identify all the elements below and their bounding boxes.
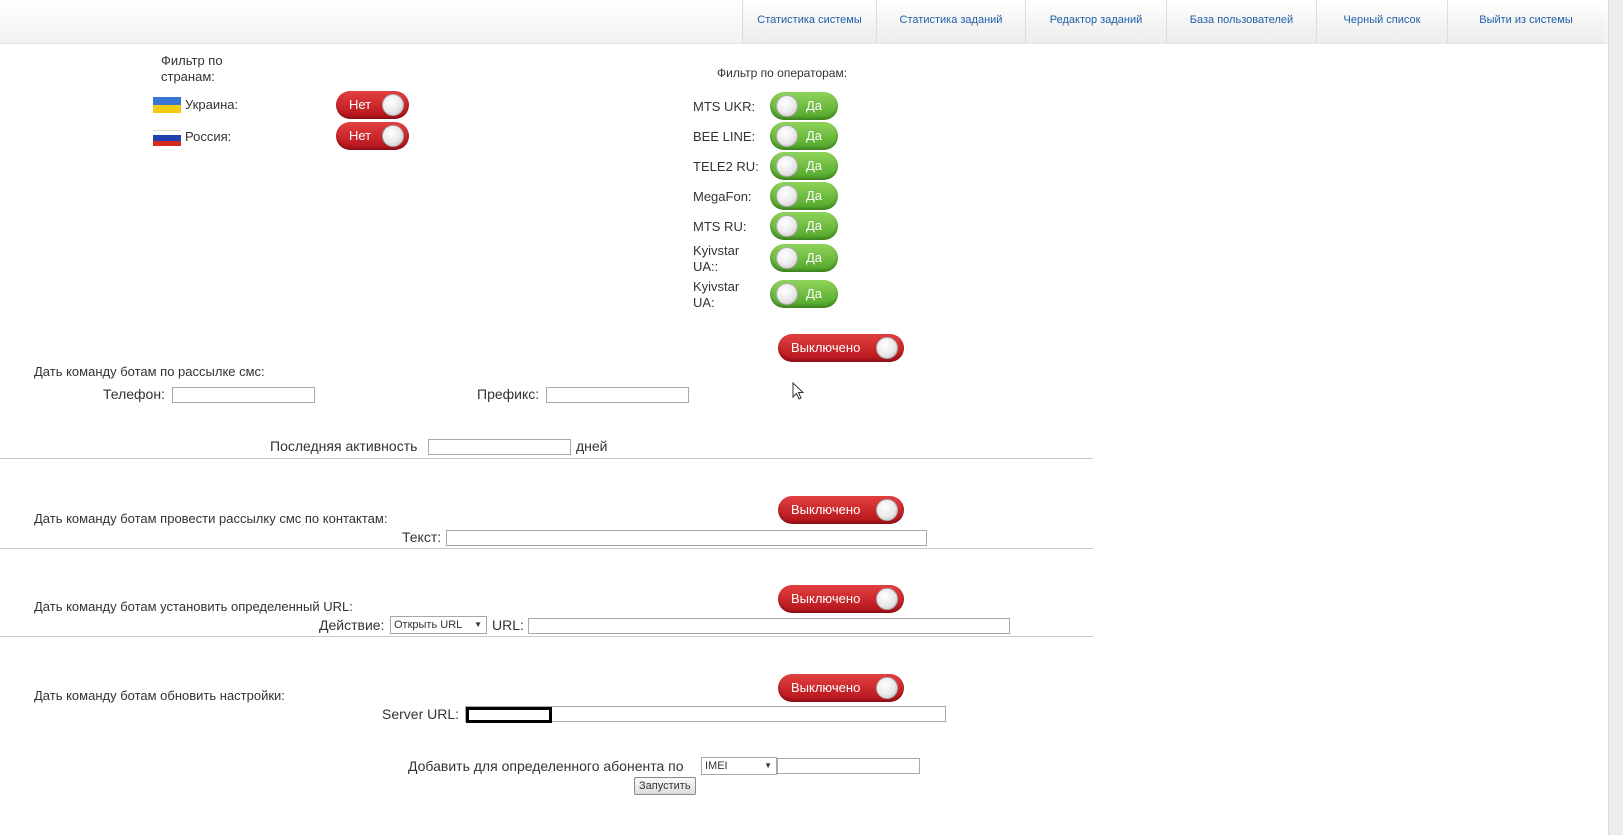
operator-label-mts-ukr: MTS UKR: [693,99,756,114]
toggle-knob-icon [876,677,898,699]
toggle-knob-icon [876,499,898,521]
country-filter-title: Фильтр по странам: [161,53,223,85]
chevron-down-icon: ▼ [764,761,772,770]
redaction-box [466,707,552,723]
vertical-scrollbar[interactable] [1608,0,1623,835]
subscriber-id-input[interactable] [777,758,920,774]
contacts-send-toggle[interactable]: Выключено [778,496,904,524]
subscriber-type-select[interactable]: IMEI ▼ [701,757,777,775]
toggle-knob-icon [776,215,798,237]
russia-flag-icon [153,130,181,146]
phone-input[interactable] [172,387,315,403]
country-filter-title-line1: Фильтр по [161,53,223,68]
ukraine-toggle[interactable]: Нет [336,91,409,119]
section-divider [0,548,1093,549]
toggle-knob-icon [776,283,798,305]
add-subscriber-label: Добавить для определенного абонента по [408,758,684,774]
url-set-toggle[interactable]: Выключено [778,585,904,613]
toggle-knob-icon [382,125,404,147]
toggle-knob-icon [776,125,798,147]
nav-logout[interactable]: Выйти из системы [1447,0,1604,43]
country-label-ukraine: Украина: [185,97,239,112]
operator-toggle-bee-line-label: Да [806,128,823,143]
operator-label-kyivstar-2-line2: UA: [693,295,715,310]
contacts-send-title: Дать команду ботам провести рассылку смс… [34,511,388,526]
toggle-knob-icon [776,185,798,207]
subscriber-type-value: IMEI [705,760,728,772]
operator-toggle-megafon-label: Да [806,188,823,203]
last-activity-input[interactable] [428,439,571,455]
nav-task-editor[interactable]: Редактор заданий [1025,0,1166,43]
sms-send-toggle-label: Выключено [791,340,861,355]
operator-label-bee-line: BEE LINE: [693,129,756,144]
operator-label-mts-ru: MTS RU: [693,219,747,234]
toggle-knob-icon [382,94,404,116]
operator-toggle-tele2-ru[interactable]: Да [770,152,838,180]
operator-label-megafon: MegaFon: [693,189,752,204]
operator-label-kyivstar-2: Kyivstar UA: [693,279,739,311]
section-divider [0,636,1093,637]
text-label: Текст: [402,529,442,545]
run-button[interactable]: Запустить [634,777,696,795]
contacts-send-toggle-label: Выключено [791,502,861,517]
country-label-russia: Россия: [185,129,232,144]
operator-filter-title: Фильтр по операторам: [717,66,848,80]
phone-label: Телефон: [103,386,165,402]
operator-toggle-mts-ukr-label: Да [806,98,823,113]
last-activity-label: Последняя активность [270,438,418,454]
action-select-value: Открыть URL [394,619,463,631]
main-nav: Статистика системы Статистика заданий Ре… [742,0,1604,43]
toggle-knob-icon [876,337,898,359]
nav-task-stats[interactable]: Статистика заданий [876,0,1025,43]
settings-update-toggle-label: Выключено [791,680,861,695]
nav-blacklist[interactable]: Черный список [1316,0,1447,43]
operator-toggle-kyivstar-1[interactable]: Да [770,244,838,272]
server-url-label: Server URL: [382,706,460,722]
russia-toggle-label: Нет [349,128,372,143]
operator-toggle-mts-ru-label: Да [806,218,823,233]
toggle-knob-icon [776,247,798,269]
country-filter-title-line2: странам: [161,69,215,84]
settings-update-title: Дать команду ботам обновить настройки: [34,688,285,703]
operator-toggle-mts-ru[interactable]: Да [770,212,838,240]
operator-toggle-megafon[interactable]: Да [770,182,838,210]
operator-label-tele2-ru: TELE2 RU: [693,159,759,174]
sms-send-title: Дать команду ботам по рассылке смс: [34,364,265,379]
operator-toggle-bee-line[interactable]: Да [770,122,838,150]
toggle-knob-icon [776,95,798,117]
ukraine-toggle-label: Нет [349,97,372,112]
toggle-knob-icon [876,588,898,610]
nav-system-stats[interactable]: Статистика системы [742,0,876,43]
operator-toggle-kyivstar-2[interactable]: Да [770,280,838,308]
toggle-knob-icon [776,155,798,177]
url-set-title: Дать команду ботам установить определенн… [34,599,353,614]
operator-label-kyivstar-1-line2: UA:: [693,259,719,274]
sms-send-toggle[interactable]: Выключено [778,334,904,362]
operator-label-kyivstar-1-line1: Kyivstar [693,243,740,258]
url-label: URL: [492,617,524,633]
operator-label-kyivstar-2-line1: Kyivstar [693,279,740,294]
url-set-toggle-label: Выключено [791,591,861,606]
operator-label-kyivstar-1: Kyivstar UA:: [693,243,739,275]
operator-toggle-kyivstar-1-label: Да [806,250,823,265]
ukraine-flag-icon [153,97,181,113]
action-label: Действие: [319,617,385,633]
prefix-label: Префикс: [477,386,540,402]
action-select[interactable]: Открыть URL ▼ [390,616,487,634]
sms-text-input[interactable] [446,530,927,546]
url-input[interactable] [528,618,1010,634]
top-bar: Статистика системы Статистика заданий Ре… [0,0,1623,44]
operator-toggle-mts-ukr[interactable]: Да [770,92,838,120]
operator-toggle-tele2-ru-label: Да [806,158,823,173]
chevron-down-icon: ▼ [474,620,482,629]
last-activity-unit: дней [576,438,608,454]
operator-toggle-kyivstar-2-label: Да [806,286,823,301]
settings-update-toggle[interactable]: Выключено [778,674,904,702]
nav-user-base[interactable]: База пользователей [1166,0,1316,43]
mouse-pointer-icon [792,382,805,400]
russia-toggle[interactable]: Нет [336,122,409,150]
prefix-input[interactable] [546,387,689,403]
section-divider [0,458,1093,459]
